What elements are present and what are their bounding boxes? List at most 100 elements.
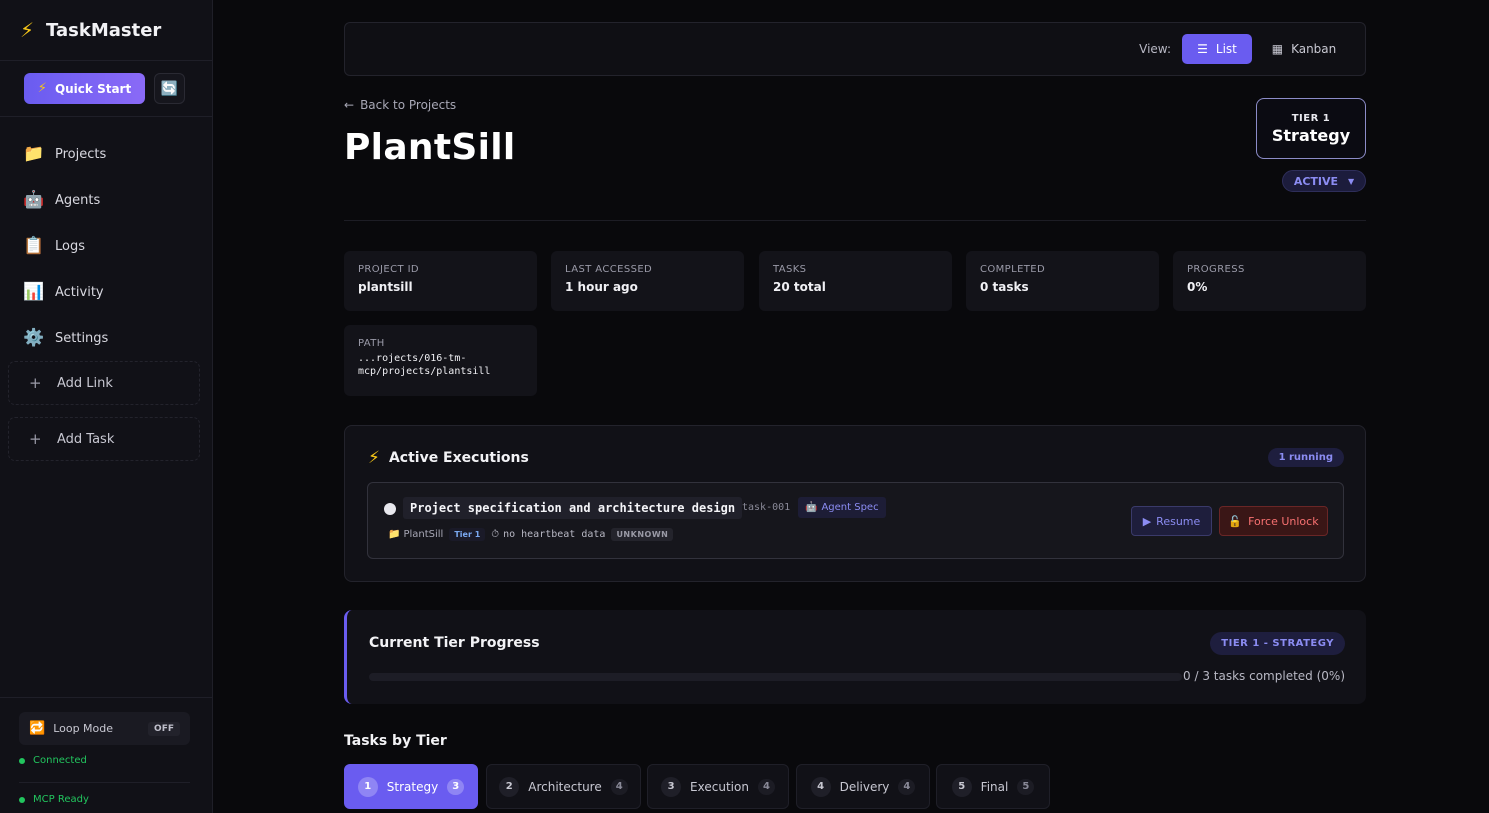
sidebar-item-projects[interactable]: 📁 Projects — [0, 131, 212, 177]
back-to-projects-link[interactable]: ← Back to Projects — [344, 98, 456, 112]
task-name[interactable]: Project specification and architecture d… — [403, 497, 743, 519]
tab-tier-4[interactable]: 4 Delivery 4 — [796, 764, 930, 809]
unlock-icon: 🔓 — [1228, 514, 1243, 528]
stat-value: 0 tasks — [980, 280, 1029, 294]
page-title: PlantSill — [344, 127, 516, 168]
lightning-icon: ⚡ — [368, 448, 380, 468]
stat-label: PATH — [358, 338, 385, 349]
tier-tab-label: Strategy — [386, 779, 439, 794]
stat-label: COMPLETED — [980, 264, 1046, 275]
tier-number: 3 — [661, 776, 682, 797]
stat-card-completed: COMPLETED 0 tasks — [966, 251, 1159, 311]
divider — [19, 782, 190, 783]
kanban-view-button[interactable]: ▦ Kanban — [1264, 34, 1344, 64]
folder-icon: 📁 — [23, 144, 45, 164]
mcp-status-label: MCP Ready — [33, 794, 89, 805]
sidebar-item-label: Settings — [55, 330, 109, 346]
add-task-label: Add Task — [57, 431, 115, 447]
stat-value: 0% — [1187, 280, 1208, 294]
sidebar-item-settings[interactable]: ⚙️ Settings — [0, 315, 212, 361]
connection-status-label: Connected — [33, 755, 87, 766]
view-toolbar: View: ☰ List ▦ Kanban — [344, 22, 1366, 76]
quick-actions: ⚡ Quick Start 🔄 — [0, 61, 212, 117]
quick-start-label: Quick Start — [54, 81, 132, 96]
tab-tier-1[interactable]: 1 Strategy 3 — [344, 764, 478, 809]
folder-icon: 📁 — [388, 529, 401, 540]
chevron-down-icon: ▼ — [1348, 176, 1355, 186]
sidebar-item-logs[interactable]: 📋 Logs — [0, 223, 212, 269]
heartbeat-text: no heartbeat data — [503, 529, 606, 540]
sidebar: ⚡ TaskMaster ⚡ Quick Start 🔄 📁 Projects … — [0, 0, 213, 813]
tier-task-count: 5 — [1017, 778, 1035, 795]
execution-card: Project specification and architecture d… — [367, 482, 1344, 559]
sidebar-item-activity[interactable]: 📊 Activity — [0, 269, 212, 315]
active-executions-panel: ⚡ Active Executions 1 running Project sp… — [344, 425, 1366, 582]
view-label: View: — [1139, 42, 1171, 56]
status-circle-icon — [384, 503, 396, 515]
stat-card-tasks: TASKS 20 total — [759, 251, 952, 311]
quick-start-button[interactable]: ⚡ Quick Start — [24, 73, 145, 104]
force-unlock-button[interactable]: 🔓 Force Unlock — [1219, 506, 1328, 536]
robot-icon: 🤖 — [23, 190, 45, 210]
tab-tier-2[interactable]: 2 Architecture 4 — [486, 764, 641, 809]
stat-value: 1 hour ago — [565, 280, 638, 294]
sidebar-item-label: Activity — [55, 284, 104, 300]
section-title: ⚡ Active Executions — [368, 448, 529, 468]
loop-mode-label: Loop Mode — [53, 722, 114, 735]
status-dropdown[interactable]: ACTIVE ▼ — [1282, 170, 1366, 192]
stat-label: PROGRESS — [1187, 264, 1245, 275]
tab-tier-3[interactable]: 3 Execution 4 — [647, 764, 789, 809]
path-line: ...rojects/016-tm- — [358, 353, 467, 364]
tasks-by-tier-title: Tasks by Tier — [344, 733, 447, 749]
agent-tag: 🤖 Agent Spec — [798, 497, 886, 518]
tier-name: Strategy — [1271, 126, 1351, 145]
tier-task-count: 4 — [898, 778, 916, 795]
chart-icon: 📊 — [23, 282, 45, 302]
tier-task-count: 4 — [610, 778, 628, 795]
stat-card-progress: PROGRESS 0% — [1173, 251, 1366, 311]
kanban-view-label: Kanban — [1291, 42, 1337, 56]
sidebar-item-label: Projects — [55, 146, 107, 162]
sidebar-item-agents[interactable]: 🤖 Agents — [0, 177, 212, 223]
stat-label: PROJECT ID — [358, 264, 420, 275]
refresh-button[interactable]: 🔄 — [154, 73, 185, 104]
lightning-icon: ⚡ — [37, 81, 47, 96]
tier-badge: TIER 1 Strategy — [1256, 98, 1366, 159]
loop-icon: 🔁 — [29, 721, 46, 736]
tab-tier-5[interactable]: 5 Final 5 — [936, 764, 1050, 809]
tier-number: TIER 1 — [1291, 113, 1331, 124]
gear-icon: ⚙️ — [23, 328, 45, 348]
sidebar-item-label: Logs — [55, 238, 85, 254]
tier-task-count: 4 — [757, 778, 775, 795]
path-value: ...rojects/016-tm- mcp/projects/plantsil… — [358, 352, 523, 378]
stat-value: 20 total — [773, 280, 826, 294]
lightning-icon: ⚡ — [20, 18, 35, 42]
add-task-button[interactable]: + Add Task — [8, 417, 200, 461]
sidebar-item-label: Agents — [55, 192, 101, 208]
active-executions-title: Active Executions — [388, 450, 529, 466]
sidebar-footer: 🔁 Loop Mode OFF Connected MCP Ready — [0, 697, 212, 813]
resume-button[interactable]: ▶ Resume — [1131, 506, 1212, 536]
resume-label: Resume — [1156, 514, 1201, 528]
brand[interactable]: ⚡ TaskMaster — [0, 0, 212, 61]
back-label: Back to Projects — [360, 98, 457, 112]
progress-bar — [369, 673, 1182, 681]
connection-status: Connected — [19, 755, 87, 766]
task-id: task-001 — [742, 502, 791, 513]
stat-card-last-accessed: LAST ACCESSED 1 hour ago — [551, 251, 744, 311]
loop-mode-toggle[interactable]: 🔁 Loop Mode OFF — [19, 712, 190, 745]
clipboard-icon: 📋 — [23, 236, 45, 256]
tier-tab-label: Final — [980, 779, 1009, 794]
path-line: mcp/projects/plantsill — [358, 366, 491, 377]
tier-tag: Tier 1 — [449, 528, 486, 541]
timer-icon: ⏱ — [491, 529, 500, 540]
add-link-button[interactable]: + Add Link — [8, 361, 200, 405]
list-view-button[interactable]: ☰ List — [1182, 34, 1252, 64]
tier-tab-label: Execution — [690, 779, 749, 794]
project-tag: 📁 PlantSill — [388, 529, 443, 540]
list-view-label: List — [1215, 42, 1237, 56]
stat-card-path: PATH ...rojects/016-tm- mcp/projects/pla… — [344, 325, 537, 396]
refresh-icon: 🔄 — [160, 80, 179, 97]
tier-number: 5 — [951, 776, 972, 797]
tier-number: 2 — [499, 776, 520, 797]
